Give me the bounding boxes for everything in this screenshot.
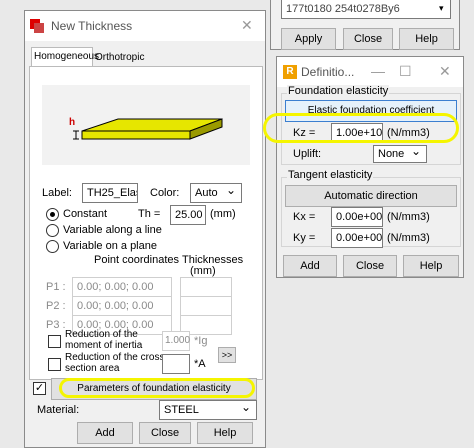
label-input[interactable]: TH25_Elastic	[82, 183, 138, 203]
tab-homogeneous[interactable]: Homogeneous	[31, 47, 99, 67]
reduction-inertia-label-1: Reduction of the	[65, 329, 138, 340]
window-title: Definitio...	[301, 65, 355, 79]
close-window-icon[interactable]: ✕	[439, 63, 451, 80]
material-select[interactable]: STEEL	[159, 398, 257, 420]
tab-panel: h Label: TH25_Elastic Color: Auto Consta…	[29, 66, 263, 380]
p2-coords[interactable]: 0.00; 0.00; 0.00	[72, 296, 172, 316]
help-button[interactable]: Help	[399, 28, 454, 50]
definition-window: R Definitio... — ☐ ✕ Foundation elastici…	[263, 56, 464, 278]
inertia-unit: *Ig	[194, 335, 208, 347]
reduction-inertia-checkbox[interactable]	[48, 335, 61, 348]
variable-plane-label: Variable on a plane	[63, 240, 157, 252]
tab-orthotropic[interactable]: Orthotropic	[93, 50, 145, 67]
area-input[interactable]	[162, 354, 190, 374]
help-button[interactable]: Help	[197, 422, 253, 444]
variable-line-label: Variable along a line	[63, 224, 162, 236]
kx-unit: (N/mm3)	[387, 211, 430, 223]
mm-header: (mm)	[190, 265, 216, 277]
apply-button[interactable]: Apply	[281, 28, 336, 50]
ky-label: Ky =	[293, 232, 316, 244]
close-button[interactable]: Close	[139, 422, 191, 444]
variable-line-radio[interactable]	[46, 224, 59, 237]
kx-label: Kx =	[293, 211, 316, 223]
p2-label: P2 :	[46, 300, 66, 312]
new-thickness-window: New Thickness ✕ Homogeneous Orthotropic …	[24, 10, 266, 448]
app-icon: R	[283, 65, 297, 79]
reduction-inertia-label-2: moment of inertia	[65, 340, 143, 351]
add-button[interactable]: Add	[77, 422, 133, 444]
back-window-value-field[interactable]: 177t0180 254t0278By6	[281, 0, 451, 19]
dimension-h-label: h	[69, 117, 76, 128]
label-caption: Label:	[42, 187, 72, 199]
material-caption: Material:	[37, 404, 80, 416]
constant-radio[interactable]	[46, 208, 59, 221]
close-button[interactable]: Close	[343, 28, 393, 50]
help-button[interactable]: Help	[403, 255, 459, 277]
reduction-area-checkbox[interactable]	[48, 358, 61, 371]
window-title: New Thickness	[51, 19, 133, 33]
th-caption: Th =	[138, 208, 161, 220]
uplift-select[interactable]: None	[373, 143, 427, 163]
thickness-preview: h	[42, 85, 250, 165]
p2-thickness[interactable]	[180, 296, 232, 316]
maximize-icon[interactable]: ☐	[399, 63, 412, 80]
th-unit: (mm)	[210, 208, 236, 220]
more-button[interactable]: >>	[218, 347, 236, 363]
minimize-icon[interactable]: —	[371, 63, 385, 79]
kx-input[interactable]: 0.00e+00	[331, 207, 383, 227]
th-input[interactable]: 25.00	[170, 205, 206, 225]
foundation-params-checkbox[interactable]: ✓	[33, 382, 46, 395]
color-caption: Color:	[150, 187, 180, 199]
inertia-input[interactable]: 1.000	[162, 331, 190, 351]
area-unit: *A	[194, 358, 206, 370]
highlight-kz	[263, 113, 459, 143]
add-button[interactable]: Add	[283, 255, 337, 277]
constant-label: Constant	[63, 208, 108, 220]
tangent-group-label: Tangent elasticity	[287, 169, 374, 181]
p1-thickness[interactable]	[180, 277, 232, 297]
automatic-direction-button[interactable]: Automatic direction	[285, 185, 457, 207]
reduction-area-label-1: Reduction of the cross	[65, 352, 165, 363]
highlight-foundation-params	[59, 378, 255, 398]
ky-input[interactable]: 0.00e+00	[331, 228, 383, 248]
variable-plane-radio[interactable]	[46, 240, 59, 253]
p3-label: P3 :	[46, 319, 66, 331]
title-bar: R Definitio... — ☐ ✕	[277, 57, 463, 87]
app-icon	[29, 18, 45, 34]
ky-unit: (N/mm3)	[387, 232, 430, 244]
uplift-label: Uplift:	[293, 148, 322, 160]
point-coords-header: Point coordinates	[94, 254, 179, 266]
p1-label: P1 :	[46, 281, 66, 293]
p1-coords[interactable]: 0.00; 0.00; 0.00	[72, 277, 172, 297]
title-bar: New Thickness ✕	[25, 11, 265, 41]
color-select[interactable]: Auto	[190, 181, 242, 203]
foundation-group-label: Foundation elasticity	[287, 85, 390, 97]
back-window: 177t0180 254t0278By6 ▾ Apply Close Help	[270, 0, 460, 50]
close-window-icon[interactable]: ✕	[241, 17, 253, 34]
reduction-area-label-2: section area	[65, 363, 120, 374]
scroll-arrow-icon[interactable]: ▾	[439, 3, 444, 14]
close-button[interactable]: Close	[343, 255, 397, 277]
